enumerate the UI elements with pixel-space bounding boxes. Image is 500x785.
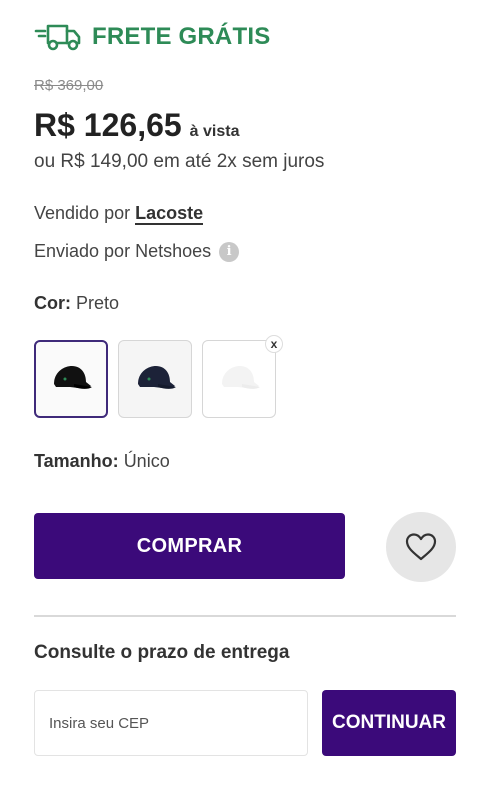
divider (34, 615, 456, 617)
price-row: R$ 126,65 à vista (34, 107, 239, 144)
info-icon[interactable]: i (219, 241, 240, 262)
size-selector-label: Tamanho: Único (34, 451, 170, 472)
size-label: Tamanho: (34, 451, 119, 471)
color-selector-label: Cor: Preto (34, 293, 119, 314)
price-note: à vista (189, 123, 240, 140)
navy-cap-image (138, 366, 176, 389)
free-shipping-badge: FRETE GRÁTIS (34, 22, 270, 52)
color-swatch-azul-marinho[interactable] (118, 340, 192, 418)
heart-icon (405, 533, 437, 561)
color-label: Cor: (34, 293, 71, 313)
truck-icon (34, 22, 82, 52)
free-shipping-label: FRETE GRÁTIS (92, 23, 271, 50)
unavailable-x-icon: x (265, 335, 283, 353)
color-value: Preto (76, 293, 120, 313)
current-price: R$ 126,65 (34, 107, 182, 143)
black-cap-image (54, 366, 92, 389)
delivery-title: Consulte o prazo de entrega (34, 642, 290, 663)
installments-text: ou R$ 149,00 em até 2x sem juros (34, 151, 325, 172)
old-price: R$ 369,00 (34, 77, 104, 94)
seller-prefix: Vendido por (34, 203, 131, 223)
size-value: Único (123, 451, 170, 471)
fulfillment-info: Enviado por Netshoes i (34, 241, 240, 262)
cep-input[interactable] (34, 690, 308, 756)
seller-link[interactable]: Lacoste (135, 203, 204, 225)
fulfillment-label: Enviado por Netshoes (34, 241, 212, 261)
favorite-button[interactable] (386, 512, 456, 582)
seller-info: Vendido por Lacoste (34, 203, 204, 225)
white-cap-image (222, 366, 260, 389)
continue-button[interactable]: CONTINUAR (322, 690, 456, 756)
buy-button[interactable]: COMPRAR (34, 513, 345, 579)
color-swatch-branco[interactable]: x (202, 335, 283, 418)
color-swatch-preto[interactable] (34, 340, 108, 418)
